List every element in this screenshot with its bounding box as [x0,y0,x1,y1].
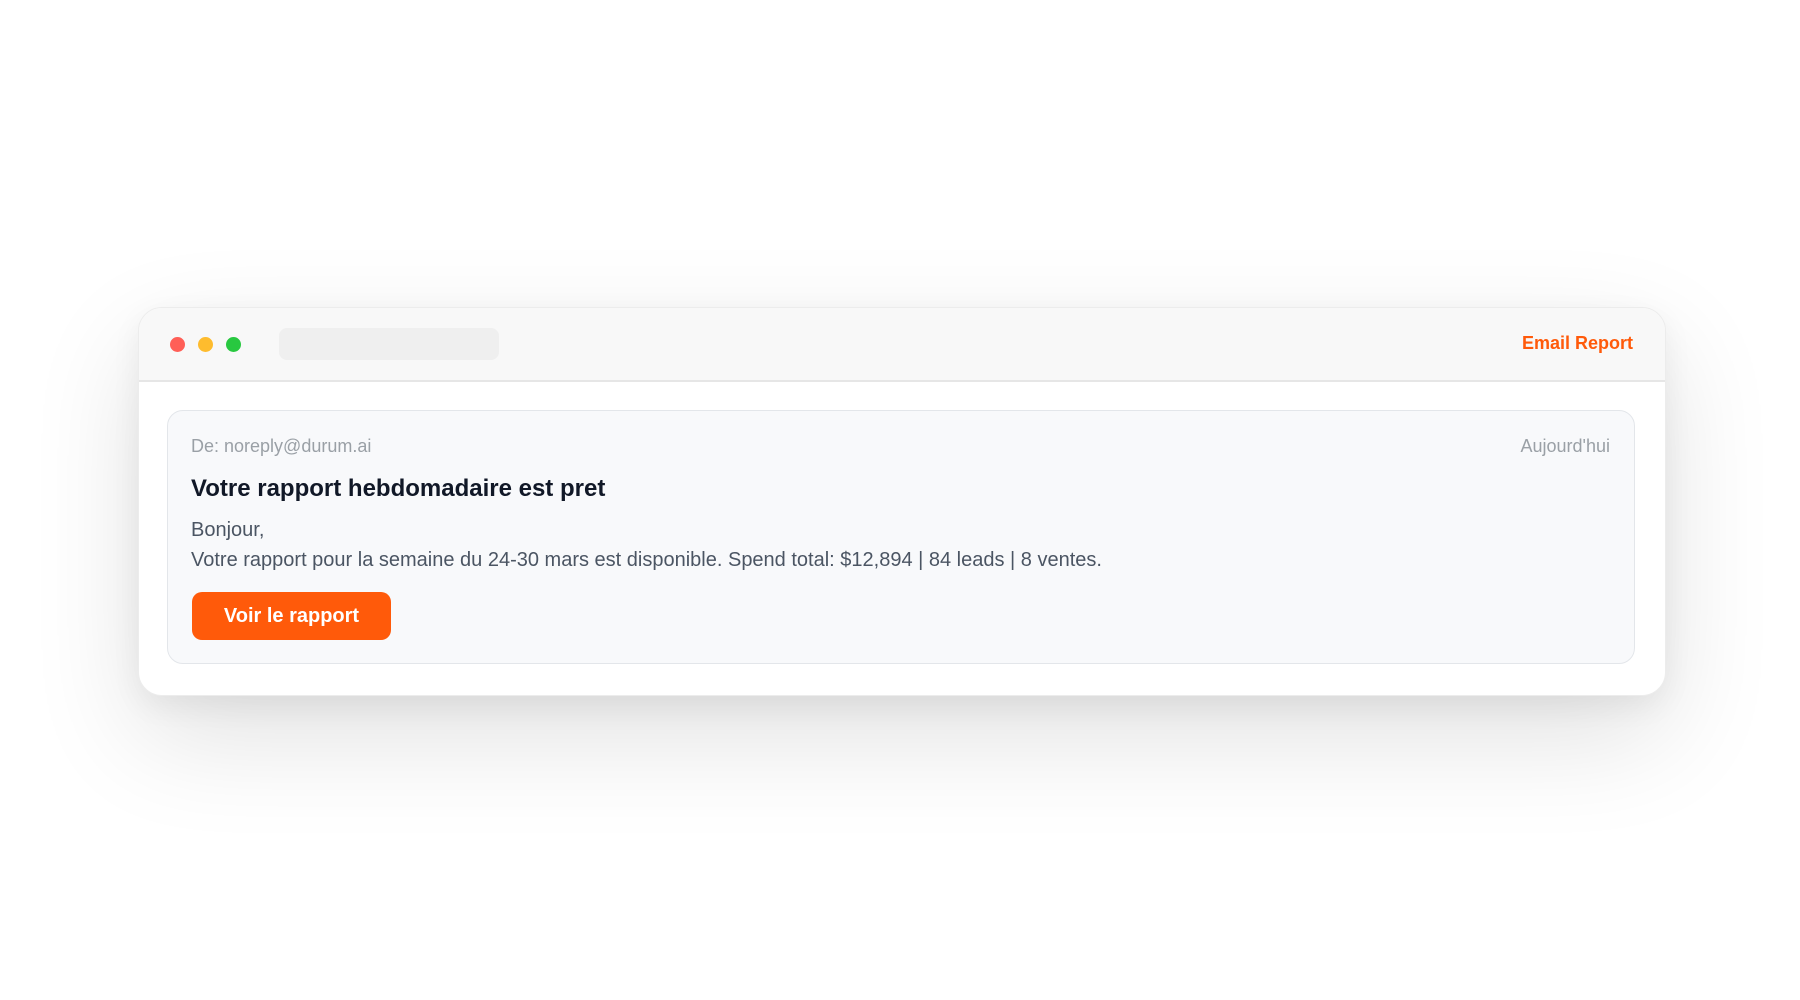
email-subject: Votre rapport hebdomadaire est pret [191,475,606,502]
close-window-button[interactable] [170,337,185,352]
email-body: Votre rapport pour la semaine du 24-30 m… [191,549,1102,571]
email-window: Email Report De: noreply@durum.ai Aujour… [138,307,1666,696]
window-title: Email Report [1521,333,1633,353]
page-stage: Email Report De: noreply@durum.ai Aujour… [0,0,1800,1000]
email-message-card: De: noreply@durum.ai Aujourd'hui Votre r… [167,410,1635,664]
minimize-window-button[interactable] [198,337,213,352]
email-sender: De: noreply@durum.ai [191,436,372,456]
email-date: Aujourd'hui [1520,436,1611,456]
address-bar[interactable] [279,328,499,360]
maximize-window-button[interactable] [226,337,241,352]
view-report-button[interactable]: Voir le rapport [192,592,391,640]
window-titlebar: Email Report [139,308,1665,382]
email-greeting: Bonjour, [191,519,265,541]
